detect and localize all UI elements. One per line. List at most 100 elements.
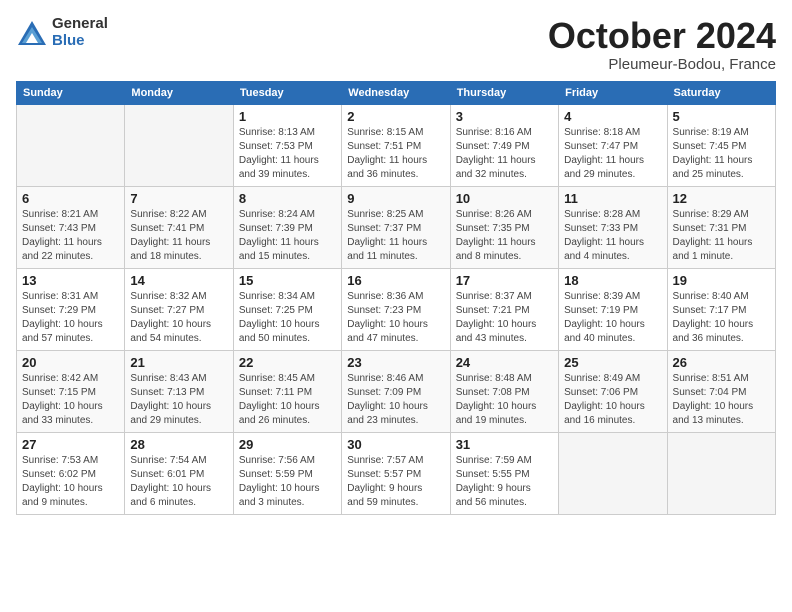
calendar-cell: 23 Sunrise: 8:46 AM Sunset: 7:09 PM Dayli… — [342, 350, 450, 432]
day-number: 11 — [564, 191, 661, 206]
calendar-cell: 3 Sunrise: 8:16 AM Sunset: 7:49 PM Daylig… — [450, 104, 558, 186]
calendar-cell: 8Sunrise: 8:24 AM Sunset: 7:39 PM Daylig… — [233, 186, 341, 268]
col-header-wednesday: Wednesday — [342, 81, 450, 104]
col-header-friday: Friday — [559, 81, 667, 104]
col-header-thursday: Thursday — [450, 81, 558, 104]
day-number: 31 — [456, 437, 553, 452]
calendar-cell: 11 Sunrise: 8:28 AM Sunset: 7:33 PM Dayli… — [559, 186, 667, 268]
calendar-cell: 17 Sunrise: 8:37 AM Sunset: 7:21 PM Dayli… — [450, 268, 558, 350]
calendar-cell: 12 Sunrise: 8:29 AM Sunset: 7:31 PM Dayli… — [667, 186, 775, 268]
week-row-2: 6 Sunrise: 8:21 AM Sunset: 7:43 PM Daylig… — [17, 186, 776, 268]
col-header-sunday: Sunday — [17, 81, 125, 104]
day-number: 29 — [239, 437, 336, 452]
day-number: 10 — [456, 191, 553, 206]
day-info: Sunrise: 8:51 AM Sunset: 7:04 PM Dayligh… — [673, 372, 770, 428]
day-info: Sunrise: 8:39 AM Sunset: 7:19 PM Dayligh… — [564, 290, 661, 346]
calendar-cell: 20 Sunrise: 8:42 AM Sunset: 7:15 PM Dayli… — [17, 350, 125, 432]
day-info: Sunrise: 8:15 AM Sunset: 7:51 PM Dayligh… — [347, 126, 444, 182]
calendar-cell: 21Sunrise: 8:43 AM Sunset: 7:13 PM Dayli… — [125, 350, 233, 432]
day-info: Sunrise: 8:40 AM Sunset: 7:17 PM Dayligh… — [673, 290, 770, 346]
logo-blue-label: Blue — [52, 33, 108, 50]
day-number: 13 — [22, 273, 119, 288]
calendar-cell: 9 Sunrise: 8:25 AM Sunset: 7:37 PM Daylig… — [342, 186, 450, 268]
calendar-cell: 19 Sunrise: 8:40 AM Sunset: 7:17 PM Dayli… — [667, 268, 775, 350]
day-info: Sunrise: 8:31 AM Sunset: 7:29 PM Dayligh… — [22, 290, 119, 346]
calendar-cell: 30 Sunrise: 7:57 AM Sunset: 5:57 PM Dayli… — [342, 432, 450, 514]
calendar-cell: 14 Sunrise: 8:32 AM Sunset: 7:27 PM Dayli… — [125, 268, 233, 350]
week-row-1: 1Sunrise: 8:13 AM Sunset: 7:53 PM Daylig… — [17, 104, 776, 186]
logo-general-label: General — [52, 16, 108, 33]
logo-icon — [16, 19, 48, 47]
day-info: Sunrise: 8:25 AM Sunset: 7:37 PM Dayligh… — [347, 208, 444, 264]
day-info: Sunrise: 8:24 AM Sunset: 7:39 PM Dayligh… — [239, 208, 336, 264]
day-info: Sunrise: 8:45 AM Sunset: 7:11 PM Dayligh… — [239, 372, 336, 428]
calendar-cell: 18Sunrise: 8:39 AM Sunset: 7:19 PM Dayli… — [559, 268, 667, 350]
day-info: Sunrise: 8:32 AM Sunset: 7:27 PM Dayligh… — [130, 290, 227, 346]
calendar-cell: 16Sunrise: 8:36 AM Sunset: 7:23 PM Dayli… — [342, 268, 450, 350]
day-info: Sunrise: 8:49 AM Sunset: 7:06 PM Dayligh… — [564, 372, 661, 428]
page-header: General Blue October 2024 Pleumeur-Bodou… — [16, 16, 776, 73]
day-info: Sunrise: 7:54 AM Sunset: 6:01 PM Dayligh… — [130, 454, 227, 510]
day-number: 24 — [456, 355, 553, 370]
location-label: Pleumeur-Bodou, France — [548, 56, 776, 73]
day-info: Sunrise: 8:21 AM Sunset: 7:43 PM Dayligh… — [22, 208, 119, 264]
calendar-cell: 27Sunrise: 7:53 AM Sunset: 6:02 PM Dayli… — [17, 432, 125, 514]
week-row-5: 27Sunrise: 7:53 AM Sunset: 6:02 PM Dayli… — [17, 432, 776, 514]
day-number: 6 — [22, 191, 119, 206]
day-info: Sunrise: 8:13 AM Sunset: 7:53 PM Dayligh… — [239, 126, 336, 182]
day-info: Sunrise: 8:46 AM Sunset: 7:09 PM Dayligh… — [347, 372, 444, 428]
calendar-table: SundayMondayTuesdayWednesdayThursdayFrid… — [16, 81, 776, 515]
day-number: 4 — [564, 109, 661, 124]
month-title: October 2024 — [548, 16, 776, 56]
day-info: Sunrise: 8:16 AM Sunset: 7:49 PM Dayligh… — [456, 126, 553, 182]
calendar-cell: 24 Sunrise: 8:48 AM Sunset: 7:08 PM Dayli… — [450, 350, 558, 432]
calendar-cell — [559, 432, 667, 514]
calendar-cell: 1Sunrise: 8:13 AM Sunset: 7:53 PM Daylig… — [233, 104, 341, 186]
day-info: Sunrise: 8:28 AM Sunset: 7:33 PM Dayligh… — [564, 208, 661, 264]
calendar-cell — [667, 432, 775, 514]
calendar-cell: 2 Sunrise: 8:15 AM Sunset: 7:51 PM Daylig… — [342, 104, 450, 186]
calendar-cell: 31Sunrise: 7:59 AM Sunset: 5:55 PM Dayli… — [450, 432, 558, 514]
calendar-cell: 26 Sunrise: 8:51 AM Sunset: 7:04 PM Dayli… — [667, 350, 775, 432]
calendar-cell — [125, 104, 233, 186]
col-header-saturday: Saturday — [667, 81, 775, 104]
day-info: Sunrise: 8:42 AM Sunset: 7:15 PM Dayligh… — [22, 372, 119, 428]
day-number: 9 — [347, 191, 444, 206]
col-header-tuesday: Tuesday — [233, 81, 341, 104]
calendar-cell: 10 Sunrise: 8:26 AM Sunset: 7:35 PM Dayli… — [450, 186, 558, 268]
day-number: 14 — [130, 273, 227, 288]
day-number: 5 — [673, 109, 770, 124]
logo: General Blue — [16, 16, 108, 49]
week-row-3: 13 Sunrise: 8:31 AM Sunset: 7:29 PM Dayli… — [17, 268, 776, 350]
day-number: 7 — [130, 191, 227, 206]
day-number: 28 — [130, 437, 227, 452]
day-info: Sunrise: 8:48 AM Sunset: 7:08 PM Dayligh… — [456, 372, 553, 428]
day-number: 16 — [347, 273, 444, 288]
day-number: 21 — [130, 355, 227, 370]
calendar-cell: 29 Sunrise: 7:56 AM Sunset: 5:59 PM Dayli… — [233, 432, 341, 514]
calendar-cell: 28 Sunrise: 7:54 AM Sunset: 6:01 PM Dayli… — [125, 432, 233, 514]
day-number: 3 — [456, 109, 553, 124]
day-number: 20 — [22, 355, 119, 370]
day-number: 26 — [673, 355, 770, 370]
day-number: 12 — [673, 191, 770, 206]
day-number: 23 — [347, 355, 444, 370]
day-info: Sunrise: 8:22 AM Sunset: 7:41 PM Dayligh… — [130, 208, 227, 264]
day-number: 30 — [347, 437, 444, 452]
col-header-monday: Monday — [125, 81, 233, 104]
calendar-cell: 5Sunrise: 8:19 AM Sunset: 7:45 PM Daylig… — [667, 104, 775, 186]
day-info: Sunrise: 8:26 AM Sunset: 7:35 PM Dayligh… — [456, 208, 553, 264]
calendar-cell: 7 Sunrise: 8:22 AM Sunset: 7:41 PM Daylig… — [125, 186, 233, 268]
day-info: Sunrise: 8:18 AM Sunset: 7:47 PM Dayligh… — [564, 126, 661, 182]
day-info: Sunrise: 8:37 AM Sunset: 7:21 PM Dayligh… — [456, 290, 553, 346]
day-number: 17 — [456, 273, 553, 288]
calendar-cell: 13 Sunrise: 8:31 AM Sunset: 7:29 PM Dayli… — [17, 268, 125, 350]
day-info: Sunrise: 8:29 AM Sunset: 7:31 PM Dayligh… — [673, 208, 770, 264]
calendar-cell: 4 Sunrise: 8:18 AM Sunset: 7:47 PM Daylig… — [559, 104, 667, 186]
calendar-cell: 15Sunrise: 8:34 AM Sunset: 7:25 PM Dayli… — [233, 268, 341, 350]
day-number: 19 — [673, 273, 770, 288]
day-info: Sunrise: 7:57 AM Sunset: 5:57 PM Dayligh… — [347, 454, 444, 510]
day-info: Sunrise: 7:56 AM Sunset: 5:59 PM Dayligh… — [239, 454, 336, 510]
day-number: 2 — [347, 109, 444, 124]
day-info: Sunrise: 7:53 AM Sunset: 6:02 PM Dayligh… — [22, 454, 119, 510]
